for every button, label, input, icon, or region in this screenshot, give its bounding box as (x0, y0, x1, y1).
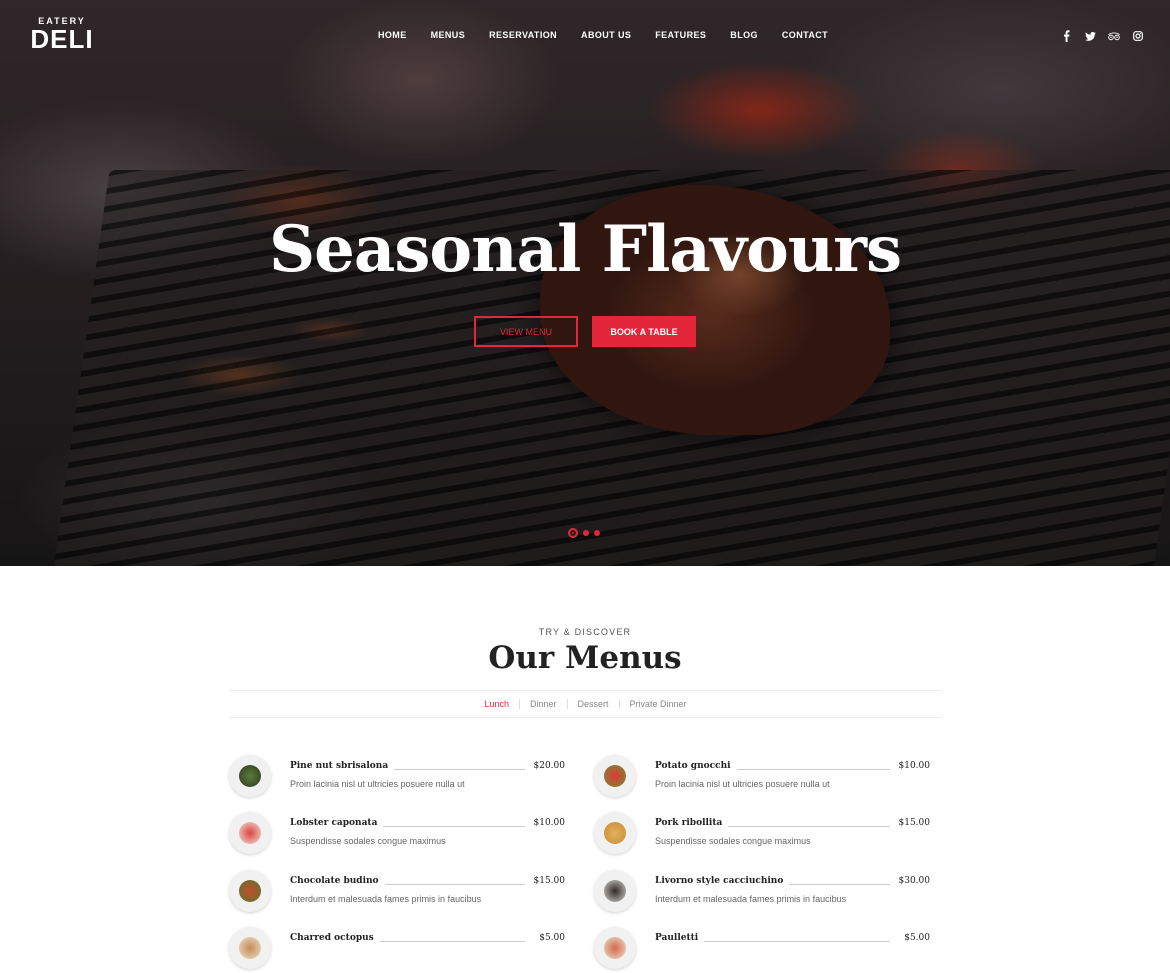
dish-name: Chocolate budino (290, 876, 385, 886)
nav-menus[interactable]: MENUS (419, 30, 478, 40)
nav-blog[interactable]: BLOG (718, 30, 770, 40)
nav-reservation[interactable]: RESERVATION (477, 30, 569, 40)
dish-thumbnail (594, 927, 636, 969)
menu-item[interactable]: Potato gnocchi $10.00 Proin lacinia nisl… (594, 755, 930, 801)
hero-banner: EATERY DELI HOME MENUS RESERVATION ABOUT… (0, 0, 1170, 566)
dish-description: Suspendisse sodales congue maximus (655, 836, 811, 846)
dish-name: Lobster caponata (290, 818, 384, 828)
dish-thumbnail (229, 870, 271, 912)
nav-home[interactable]: HOME (366, 30, 419, 40)
dish-price: $10.00 (533, 818, 566, 828)
dish-thumbnail (229, 755, 271, 797)
tab-private-dinner[interactable]: Private Dinner (618, 699, 697, 709)
view-menu-button[interactable]: VIEW MENU (474, 316, 578, 347)
dish-name: Livorno style cacciuchino (655, 876, 790, 886)
hero-title: Seasonal Flavours (268, 212, 902, 287)
nav-features[interactable]: FEATURES (643, 30, 718, 40)
instagram-icon[interactable] (1132, 30, 1144, 42)
main-nav: HOME MENUS RESERVATION ABOUT US FEATURES… (366, 30, 840, 40)
dish-description: Proin lacinia nisl ut ultricies posuere … (655, 779, 830, 789)
dish-name: Pine nut sbrisalona (290, 761, 395, 771)
slider-dot-3[interactable] (594, 530, 600, 536)
dish-price: $15.00 (533, 876, 566, 886)
facebook-icon[interactable] (1060, 30, 1072, 42)
dish-description: Proin lacinia nisl ut ultricies posuere … (290, 779, 465, 789)
dish-thumbnail (594, 755, 636, 797)
logo[interactable]: EATERY DELI (29, 16, 95, 52)
dish-description: Interdum et malesuada fames primis in fa… (655, 894, 847, 904)
dish-name: Potato gnocchi (655, 761, 737, 771)
dish-description: Suspendisse sodales congue maximus (290, 836, 446, 846)
nav-about-us[interactable]: ABOUT US (569, 30, 643, 40)
menu-item[interactable]: Paulletti $5.00 (594, 927, 930, 973)
menu-item[interactable]: Lobster caponata $10.00 Suspendisse soda… (229, 812, 565, 858)
menu-item[interactable]: Charred octopus $5.00 (229, 927, 565, 973)
book-a-table-button[interactable]: BOOK A TABLE (592, 316, 696, 347)
menu-tabs: Lunch Dinner Dessert Private Dinner (229, 690, 942, 718)
logo-wordmark: DELI (30, 24, 94, 54)
tab-dinner[interactable]: Dinner (518, 699, 567, 709)
slider-pagination (568, 528, 600, 538)
dish-thumbnail (594, 812, 636, 854)
dish-price: $20.00 (533, 761, 566, 771)
dish-price: $15.00 (898, 818, 931, 828)
menu-item[interactable]: Livorno style cacciuchino $30.00 Interdu… (594, 870, 930, 916)
dish-thumbnail (594, 870, 636, 912)
dish-price: $5.00 (539, 933, 565, 943)
dish-price: $30.00 (898, 876, 931, 886)
dish-price: $10.00 (898, 761, 931, 771)
social-links (1060, 30, 1144, 42)
nav-contact[interactable]: CONTACT (770, 30, 840, 40)
dish-description: Interdum et malesuada fames primis in fa… (290, 894, 482, 904)
dish-price: $5.00 (904, 933, 930, 943)
menu-item[interactable]: Pine nut sbrisalona $20.00 Proin lacinia… (229, 755, 565, 801)
menu-item[interactable]: Pork ribollita $15.00 Suspendisse sodale… (594, 812, 930, 858)
slider-dot-2[interactable] (583, 530, 589, 536)
section-kicker: TRY & DISCOVER (538, 627, 632, 637)
dish-name: Charred octopus (290, 933, 380, 943)
dish-name: Pork ribollita (655, 818, 729, 828)
dish-name: Paulletti (655, 933, 705, 943)
dish-thumbnail (229, 927, 271, 969)
section-title: Our Menus (488, 640, 682, 676)
twitter-icon[interactable] (1084, 30, 1096, 42)
tripadvisor-icon[interactable] (1108, 30, 1120, 42)
slider-dot-1[interactable] (568, 528, 578, 538)
menu-item[interactable]: Chocolate budino $15.00 Interdum et male… (229, 870, 565, 916)
tab-dessert[interactable]: Dessert (566, 699, 619, 709)
tab-lunch[interactable]: Lunch (474, 699, 519, 709)
dish-thumbnail (229, 812, 271, 854)
